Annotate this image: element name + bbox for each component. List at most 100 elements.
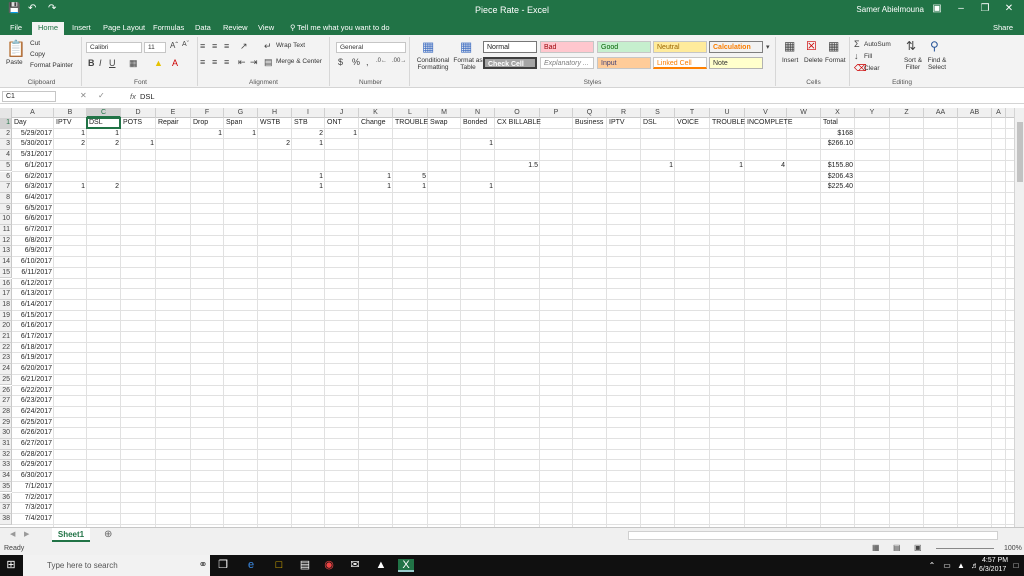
close-icon[interactable]: ✕	[994, 3, 1024, 14]
value-cell[interactable]: 1	[393, 182, 428, 193]
value-cell[interactable]: $155.80	[821, 161, 855, 172]
horizontal-scrollbar[interactable]	[628, 531, 998, 540]
column-title-cell[interactable]: Day	[12, 118, 54, 129]
date-cell[interactable]: 7/3/2017	[12, 503, 54, 514]
wrap-text-icon[interactable]: ↵	[264, 41, 272, 52]
cut-button[interactable]: Cut	[30, 40, 40, 47]
format-button[interactable]: Format	[825, 57, 846, 64]
date-cell[interactable]: 6/29/2017	[12, 460, 54, 471]
wifi-icon[interactable]: ▲	[954, 559, 968, 572]
autosum-icon[interactable]: Σ	[854, 39, 860, 49]
style-normal[interactable]: Normal	[483, 41, 537, 53]
style-bad[interactable]: Bad	[540, 41, 594, 53]
column-title-cell[interactable]: TROUBLE	[393, 118, 428, 129]
row-header[interactable]: 12	[0, 235, 12, 247]
merge-center-button[interactable]: Merge & Center	[276, 58, 322, 65]
date-cell[interactable]: 7/1/2017	[12, 482, 54, 493]
date-cell[interactable]: 6/26/2017	[12, 428, 54, 439]
row-header[interactable]: 13	[0, 246, 12, 258]
share-button[interactable]: Share	[987, 22, 1019, 33]
windows-start-icon[interactable]: ⊞	[4, 559, 18, 572]
conditional-formatting-button[interactable]: Conditional Formatting	[413, 57, 453, 71]
value-cell[interactable]: 1	[292, 182, 325, 193]
align-right-icon[interactable]: ≡	[224, 57, 229, 67]
date-cell[interactable]: 6/23/2017	[12, 396, 54, 407]
fill-button[interactable]: Fill	[864, 53, 872, 60]
align-bottom-icon[interactable]: ≡	[224, 41, 229, 51]
value-cell[interactable]: 1	[87, 129, 121, 140]
tab-home[interactable]: Home	[32, 22, 65, 35]
style-input[interactable]: Input	[597, 57, 651, 69]
tab-file[interactable]: File	[4, 22, 28, 33]
tab-review[interactable]: Review	[217, 22, 254, 33]
column-title-cell[interactable]: Drop	[191, 118, 224, 129]
date-cell[interactable]: 6/18/2017	[12, 343, 54, 354]
row-header[interactable]: 27	[0, 396, 12, 407]
date-cell[interactable]: 6/1/2017	[12, 161, 54, 172]
currency-icon[interactable]: $	[338, 57, 343, 67]
decrease-indent-icon[interactable]: ⇤	[238, 57, 246, 68]
style-note[interactable]: Note	[709, 57, 763, 69]
row-header[interactable]: 20	[0, 321, 12, 332]
value-cell[interactable]: 2	[292, 129, 325, 140]
value-cell[interactable]: $206.43	[821, 172, 855, 183]
grow-font-icon[interactable]: Aˆ	[170, 41, 178, 50]
style-neutral[interactable]: Neutral	[653, 41, 707, 53]
date-cell[interactable]: 7/2/2017	[12, 493, 54, 504]
style-linked-cell[interactable]: Linked Cell	[653, 57, 707, 69]
column-title-cell[interactable]: Business	[573, 118, 607, 129]
value-cell[interactable]: 1	[292, 139, 325, 150]
row-header[interactable]: 24	[0, 364, 12, 375]
row-header[interactable]: 6	[0, 171, 12, 183]
column-title-cell[interactable]: IPTV	[54, 118, 87, 129]
tab-formulas[interactable]: Formulas	[147, 22, 190, 33]
tab-view[interactable]: View	[252, 22, 280, 33]
find-icon[interactable]: ⚲	[930, 39, 939, 53]
date-cell[interactable]: 6/8/2017	[12, 236, 54, 247]
fill-icon[interactable]: ↓	[854, 51, 859, 61]
date-cell[interactable]: 5/29/2017	[12, 129, 54, 140]
style-calculation[interactable]: Calculation	[709, 41, 763, 53]
align-center-icon[interactable]: ≡	[212, 57, 217, 67]
font-name-select[interactable]: Calibri	[86, 42, 142, 53]
value-cell[interactable]: 1	[461, 182, 495, 193]
column-title-cell[interactable]: WSTB	[258, 118, 292, 129]
zoom-slider[interactable]	[936, 548, 994, 549]
orientation-icon[interactable]: ↗	[240, 41, 248, 52]
autosum-button[interactable]: AutoSum	[864, 41, 891, 48]
date-cell[interactable]: 6/17/2017	[12, 332, 54, 343]
font-size-select[interactable]: 11	[144, 42, 166, 53]
taskbar-search[interactable]: Type here to search	[23, 555, 210, 576]
value-cell[interactable]: $168	[821, 129, 855, 140]
merge-icon[interactable]: ▤	[264, 57, 273, 68]
styles-more-icon[interactable]: ▾	[766, 43, 770, 51]
value-cell[interactable]: 2	[258, 139, 292, 150]
column-title-cell[interactable]: CX BILLABLE	[495, 118, 541, 129]
format-painter-button[interactable]: Format Painter	[30, 62, 73, 69]
value-cell[interactable]: $266.10	[821, 139, 855, 150]
date-cell[interactable]: 6/25/2017	[12, 418, 54, 429]
column-title-cell[interactable]: Total	[821, 118, 855, 129]
date-cell[interactable]: 6/4/2017	[12, 193, 54, 204]
date-cell[interactable]: 6/24/2017	[12, 407, 54, 418]
value-cell[interactable]: 1	[292, 172, 325, 183]
value-cell[interactable]: 1	[359, 172, 393, 183]
format-as-table-button[interactable]: Format as Table	[452, 57, 484, 71]
paste-button[interactable]: Paste	[6, 59, 23, 66]
user-name[interactable]: Samer Abielmouna	[856, 5, 924, 14]
insert-button[interactable]: Insert	[782, 57, 798, 64]
date-cell[interactable]: 6/27/2017	[12, 439, 54, 450]
insert-cells-icon[interactable]: ▦	[784, 39, 795, 53]
tab-insert[interactable]: Insert	[66, 22, 97, 33]
active-cell-selection[interactable]	[86, 117, 121, 129]
fill-color-icon[interactable]: ▲	[154, 58, 163, 68]
row-header[interactable]: 30	[0, 428, 12, 439]
style-explanatory[interactable]: Explanatory ...	[540, 57, 594, 69]
clear-button[interactable]: Clear	[864, 65, 880, 72]
paste-icon[interactable]: 📋	[6, 39, 26, 59]
tray-up-icon[interactable]: ⌃	[925, 559, 939, 572]
date-cell[interactable]: 6/28/2017	[12, 450, 54, 461]
row-header[interactable]: 25	[0, 374, 12, 386]
percent-icon[interactable]: %	[352, 57, 360, 67]
date-cell[interactable]: 6/11/2017	[12, 268, 54, 279]
